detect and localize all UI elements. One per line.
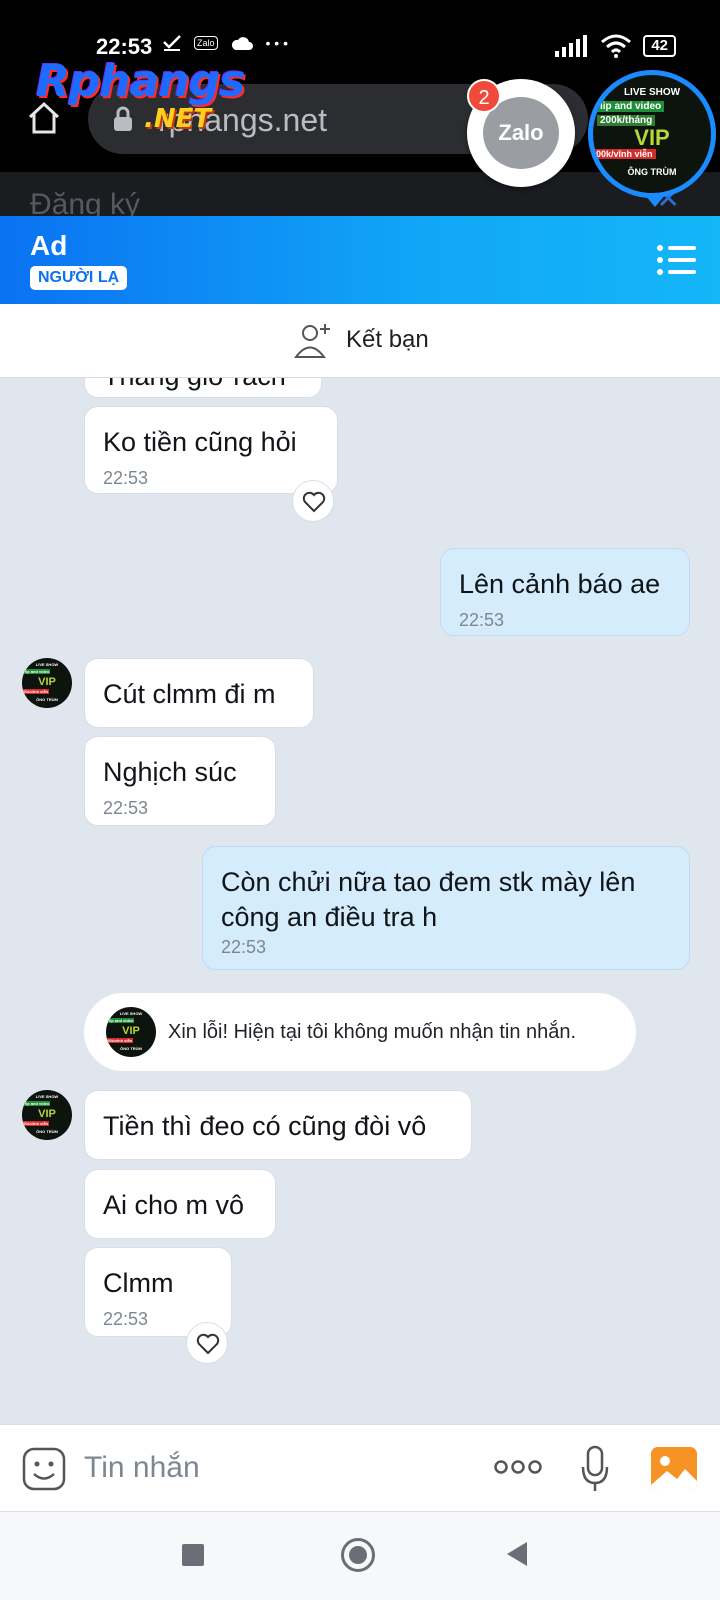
- message-text: Còn chửi nữa tao đem stk mày lên công an…: [221, 867, 636, 932]
- unread-badge: 2: [467, 79, 501, 113]
- avatar-text-clip: lip and video: [24, 669, 51, 674]
- image-icon: [651, 1456, 697, 1491]
- message-text: Ai cho m vô: [103, 1190, 245, 1220]
- menu-list-icon[interactable]: [656, 244, 696, 276]
- react-heart-button[interactable]: [292, 480, 334, 522]
- message-text: Nghịch súc: [103, 757, 237, 787]
- avatar-text-vip: VIP: [122, 1025, 140, 1037]
- back-icon[interactable]: [507, 1542, 527, 1566]
- avatar-text-live: LIVE SHOW: [35, 662, 59, 667]
- avatar-text-owner: ÔNG TRÙM: [36, 697, 58, 702]
- message-text: Lên cảnh báo ae: [459, 569, 661, 599]
- message-bubble-received[interactable]: Ai cho m vô: [84, 1169, 276, 1239]
- message-bubble-received[interactable]: Cút clmm đi m: [84, 658, 314, 728]
- home-button-icon[interactable]: [341, 1538, 375, 1572]
- avatar-text-owner: ÔNG TRÙM: [36, 1129, 58, 1134]
- battery-icon: 42: [643, 35, 676, 57]
- sender-avatar[interactable]: LIVE SHOW lip and video VIP 00k/vĩnh viễ…: [22, 658, 72, 708]
- message-time: 22:53: [459, 610, 505, 630]
- contact-name[interactable]: Ad: [30, 230, 67, 262]
- react-heart-button[interactable]: [186, 1322, 228, 1364]
- avatar-text-live: LIVE SHOW: [35, 1094, 59, 1099]
- lock-icon: [114, 106, 132, 131]
- message-input[interactable]: [84, 1443, 464, 1493]
- avatar-text-live: LIVE SHOW: [119, 1011, 143, 1016]
- message-text: Cút clmm đi m: [103, 679, 276, 709]
- avatar-text-clip: lip and video: [24, 1101, 51, 1106]
- sender-avatar[interactable]: LIVE SHOW lip and video VIP 00k/vĩnh viễ…: [22, 1090, 72, 1140]
- message-time: 22:53: [103, 468, 149, 488]
- message-composer: [0, 1424, 720, 1512]
- avatar-text-vip: VIP: [634, 125, 670, 150]
- chat-head-pointer: [645, 195, 665, 207]
- contact-chat-head-avatar[interactable]: LIVE SHOW lip and video 200k/tháng VIP 0…: [588, 70, 716, 198]
- recent-apps-icon[interactable]: [182, 1544, 204, 1566]
- check-icon: [163, 35, 181, 51]
- message-bubble-received[interactable]: Nghịch súc 22:53: [84, 736, 276, 826]
- cloud-icon: [231, 37, 253, 50]
- status-left-icons: Zalo • • •: [162, 34, 288, 52]
- background-page-text: Đăng ký: [30, 188, 141, 217]
- image-picker-icon[interactable]: [651, 1447, 697, 1491]
- heart-icon: [302, 491, 326, 513]
- signal-icon: [555, 35, 588, 57]
- microphone-icon[interactable]: [580, 1445, 610, 1493]
- avatar-text-price-forever: 00k/vĩnh viễn: [22, 689, 50, 694]
- add-person-icon: [294, 324, 330, 358]
- message-text: Clmm: [103, 1268, 174, 1298]
- sticker-icon[interactable]: [22, 1447, 66, 1491]
- message-bubble-received[interactable]: Tiền thì đeo có cũng đòi vô: [84, 1090, 472, 1160]
- avatar-text-vip: VIP: [38, 676, 56, 688]
- message-bubble-sent[interactable]: Lên cảnh báo ae 22:53: [440, 548, 690, 636]
- message-text: Tiền thì đeo có cũng đòi vô: [103, 1111, 427, 1141]
- stranger-badge: NGƯỜI LẠ: [30, 266, 128, 290]
- more-dots-icon: • • •: [265, 35, 288, 51]
- message-time: 22:53: [103, 798, 149, 818]
- system-notice-text: Xin lỗi! Hiện tại tôi không muốn nhận ti…: [168, 1020, 577, 1043]
- message-list[interactable]: Thằng giờ rách Ko tiền cũng hỏi 22:53 Lê…: [0, 378, 720, 1424]
- avatar-text-owner: ÔNG TRÙM: [120, 1046, 142, 1051]
- avatar-text-vip: VIP: [38, 1108, 56, 1120]
- message-bubble-partial[interactable]: Thằng giờ rách: [84, 378, 322, 398]
- chat-header: Ad NGƯỜI LẠ: [0, 216, 720, 304]
- add-friend-button[interactable]: Kết bạn: [294, 320, 429, 360]
- message-time: 22:53: [221, 937, 267, 957]
- avatar-text-clip: lip and video: [108, 1018, 135, 1023]
- system-navigation-bar: [0, 1512, 720, 1600]
- message-text: Ko tiền cũng hỏi: [103, 427, 297, 457]
- message-text: Thằng giờ rách: [103, 378, 303, 394]
- avatar-text-price-forever: 00k/vĩnh viễn: [593, 149, 656, 159]
- avatar-text-clip: lip and video: [597, 101, 665, 112]
- more-options-icon[interactable]: [494, 1459, 542, 1475]
- avatar-text-owner: ÔNG TRÙM: [627, 167, 677, 177]
- message-bubble-sent[interactable]: Còn chửi nữa tao đem stk mày lên công an…: [202, 846, 690, 970]
- message-bubble-received[interactable]: Ko tiền cũng hỏi 22:53: [84, 406, 338, 494]
- watermark-logo-tld: .NET: [144, 104, 212, 134]
- avatar-text-price-forever: 00k/vĩnh viễn: [22, 1121, 50, 1126]
- add-friend-bar[interactable]: Kết bạn: [0, 304, 720, 378]
- add-friend-label: Kết bạn: [346, 326, 429, 353]
- wifi-icon: [601, 34, 632, 58]
- zalo-notification-icon: Zalo: [194, 36, 218, 50]
- sender-avatar: LIVE SHOW lip and video VIP 00k/vĩnh viễ…: [106, 1007, 156, 1057]
- system-notice: LIVE SHOW lip and video VIP 00k/vĩnh viễ…: [84, 993, 636, 1071]
- status-right-icons: 42: [555, 34, 676, 58]
- watermark-logo: Rphangs: [36, 56, 245, 107]
- avatar-text-live: LIVE SHOW: [623, 87, 681, 98]
- heart-icon: [196, 1333, 220, 1355]
- avatar-text-price-forever: 00k/vĩnh viễn: [106, 1038, 134, 1043]
